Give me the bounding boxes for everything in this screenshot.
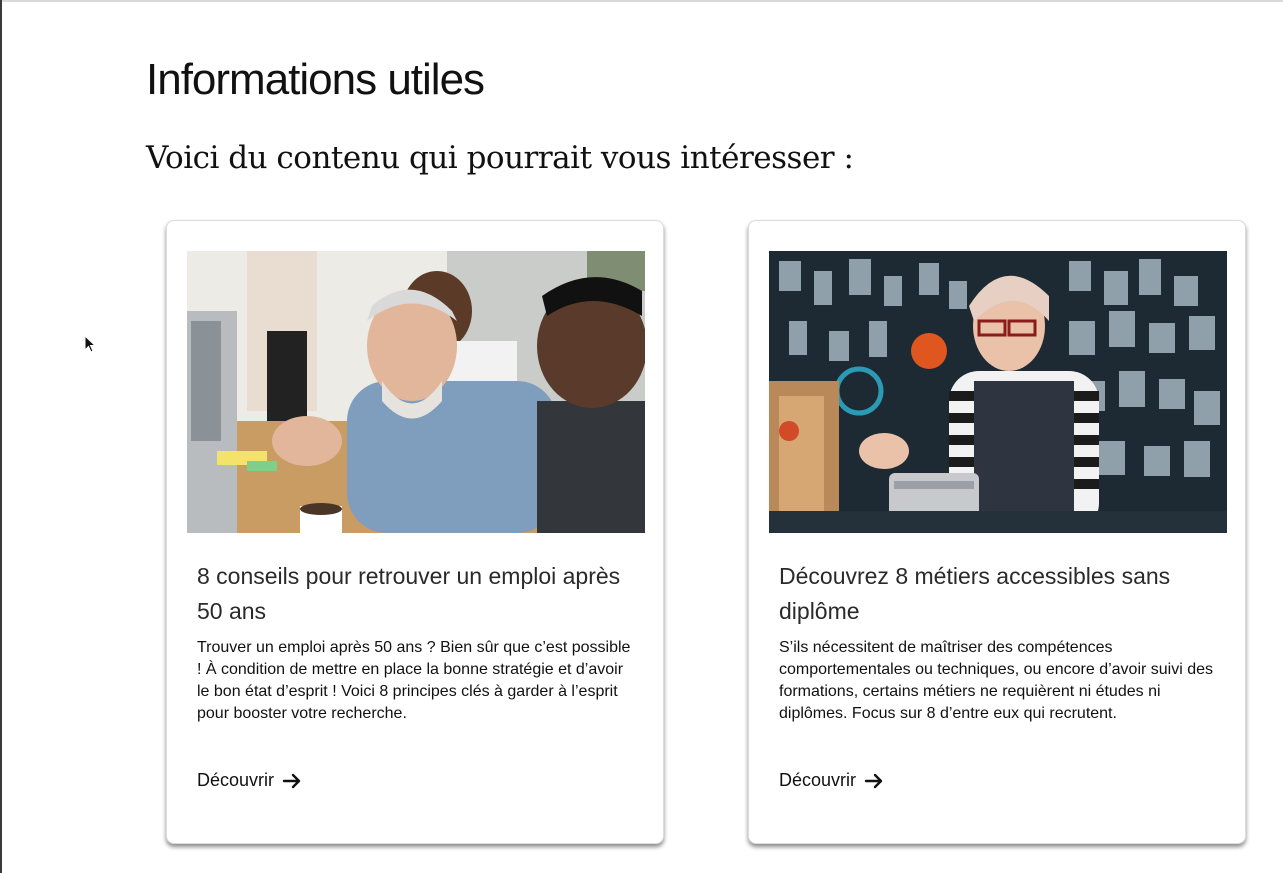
- window-left-border: [0, 0, 2, 873]
- card-description: Trouver un emploi après 50 ans ? Bien sû…: [197, 639, 631, 722]
- article-card[interactable]: Découvrez 8 métiers accessibles sans dip…: [748, 220, 1246, 844]
- window-top-border: [0, 0, 1283, 2]
- discover-link-label: Découvrir: [197, 770, 275, 790]
- arrow-right-icon: [864, 773, 883, 788]
- card-image-senior-office: [187, 251, 645, 533]
- discover-link-label: Découvrir: [779, 770, 857, 790]
- card-title[interactable]: 8 conseils pour retrouver un emploi aprè…: [197, 559, 637, 629]
- page-title: Informations utiles: [146, 55, 485, 104]
- card-title[interactable]: Découvrez 8 métiers accessibles sans dip…: [779, 559, 1219, 629]
- card-image-shop-cashier: [769, 251, 1227, 533]
- page-subtitle: Voici du contenu qui pourrait vous intér…: [146, 140, 854, 176]
- article-card[interactable]: 8 conseils pour retrouver un emploi aprè…: [166, 220, 664, 844]
- mouse-cursor-icon: [84, 335, 97, 353]
- card-description: S’ils nécessitent de maîtriser des compé…: [779, 639, 1214, 722]
- discover-link[interactable]: Découvrir: [779, 770, 884, 791]
- arrow-right-icon: [282, 773, 301, 788]
- discover-link[interactable]: Découvrir: [197, 770, 302, 791]
